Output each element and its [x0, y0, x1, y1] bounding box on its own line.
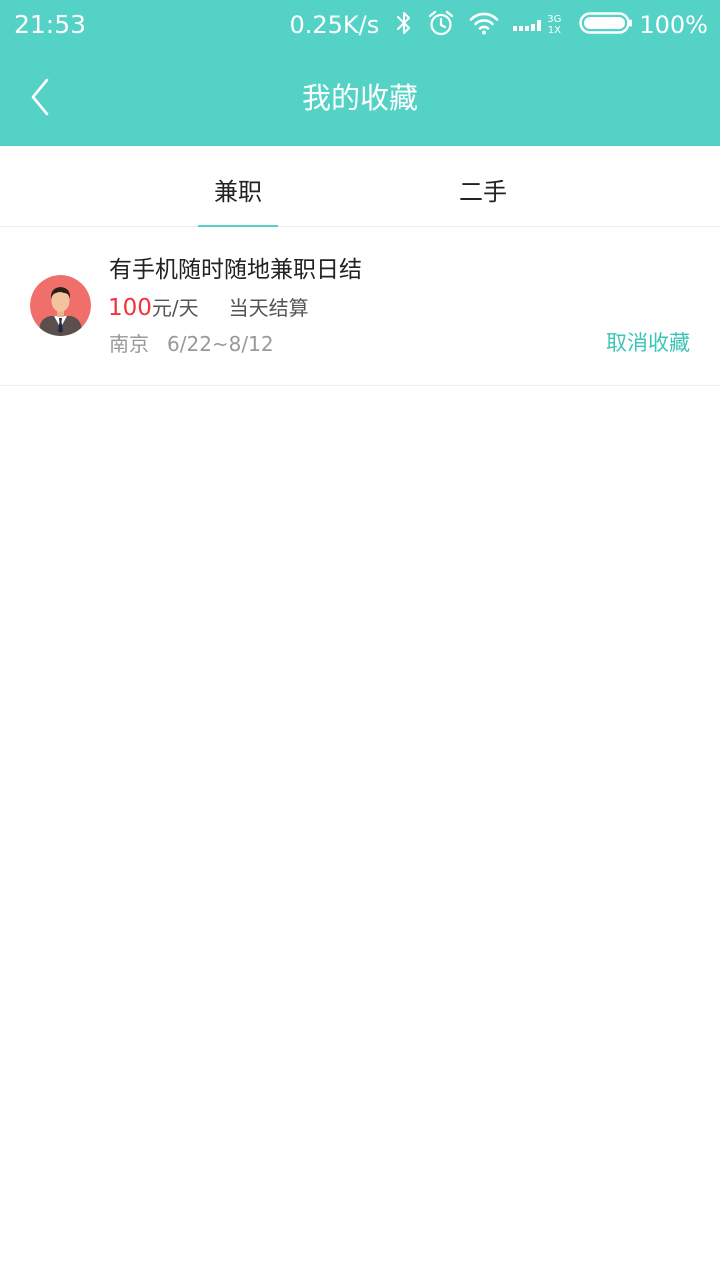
job-title: 有手机随时随地兼职日结 [109, 257, 362, 283]
avatar [30, 275, 91, 336]
status-bar: 21:53 0.25K/s 3G 1X 100% [0, 0, 720, 52]
list-item[interactable]: 有手机随时随地兼职日结 100元/天 当天结算 南京 6/22~8/12 取消收藏 [0, 227, 720, 386]
battery-percent: 100% [639, 11, 708, 39]
job-date-range: 6/22~8/12 [167, 332, 274, 356]
status-indicators: 0.25K/s 3G 1X 100% [289, 9, 708, 41]
job-city: 南京 [109, 332, 149, 356]
tab-label: 兼职 [214, 178, 262, 206]
pay-amount: 100 [108, 295, 152, 321]
signal-icon [513, 16, 543, 35]
tab-part-time[interactable]: 兼职 [198, 146, 278, 227]
network-type: 3G 1X [547, 14, 562, 36]
wifi-icon [469, 11, 499, 39]
app-header: 21:53 0.25K/s 3G 1X 100% 我的收藏 [0, 0, 720, 146]
nav-bar: 我的收藏 [0, 52, 720, 146]
job-meta: 南京 6/22~8/12 [109, 328, 274, 360]
favorites-list: 有手机随时随地兼职日结 100元/天 当天结算 南京 6/22~8/12 取消收藏 [0, 227, 720, 386]
tab-second-hand[interactable]: 二手 [443, 146, 523, 226]
bluetooth-icon [395, 10, 413, 40]
pay-unit: 元/天 [151, 296, 199, 320]
tab-bar: 兼职 二手 [0, 146, 720, 227]
tab-label: 二手 [459, 178, 507, 206]
job-pay: 100元/天 当天结算 [108, 291, 309, 325]
battery-icon [579, 11, 633, 39]
unfavorite-button[interactable]: 取消收藏 [606, 327, 690, 359]
alarm-clock-icon [427, 9, 455, 41]
page-title: 我的收藏 [301, 81, 418, 115]
settlement-type: 当天结算 [228, 296, 309, 320]
net-speed: 0.25K/s [289, 11, 380, 39]
person-avatar-icon [30, 275, 91, 336]
status-time: 21:53 [14, 10, 87, 39]
